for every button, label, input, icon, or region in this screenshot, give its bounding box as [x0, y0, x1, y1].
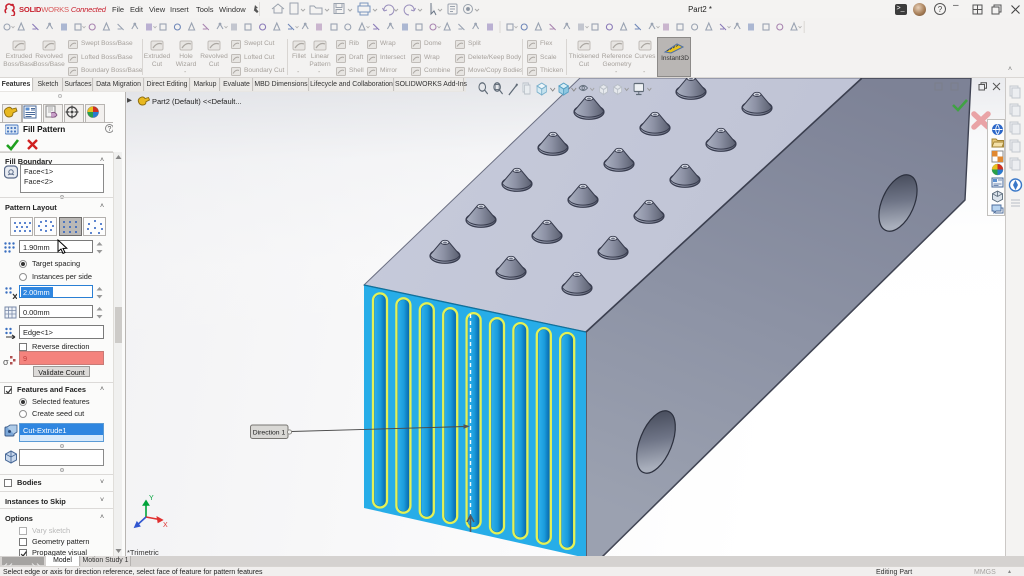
svg-text:σ: σ	[3, 357, 9, 367]
svg-text:Direction 1: Direction 1	[253, 430, 286, 437]
svg-text:*Trimetric: *Trimetric	[127, 548, 159, 556]
svg-text:X: X	[163, 522, 168, 529]
svg-text:Y: Y	[149, 495, 154, 502]
